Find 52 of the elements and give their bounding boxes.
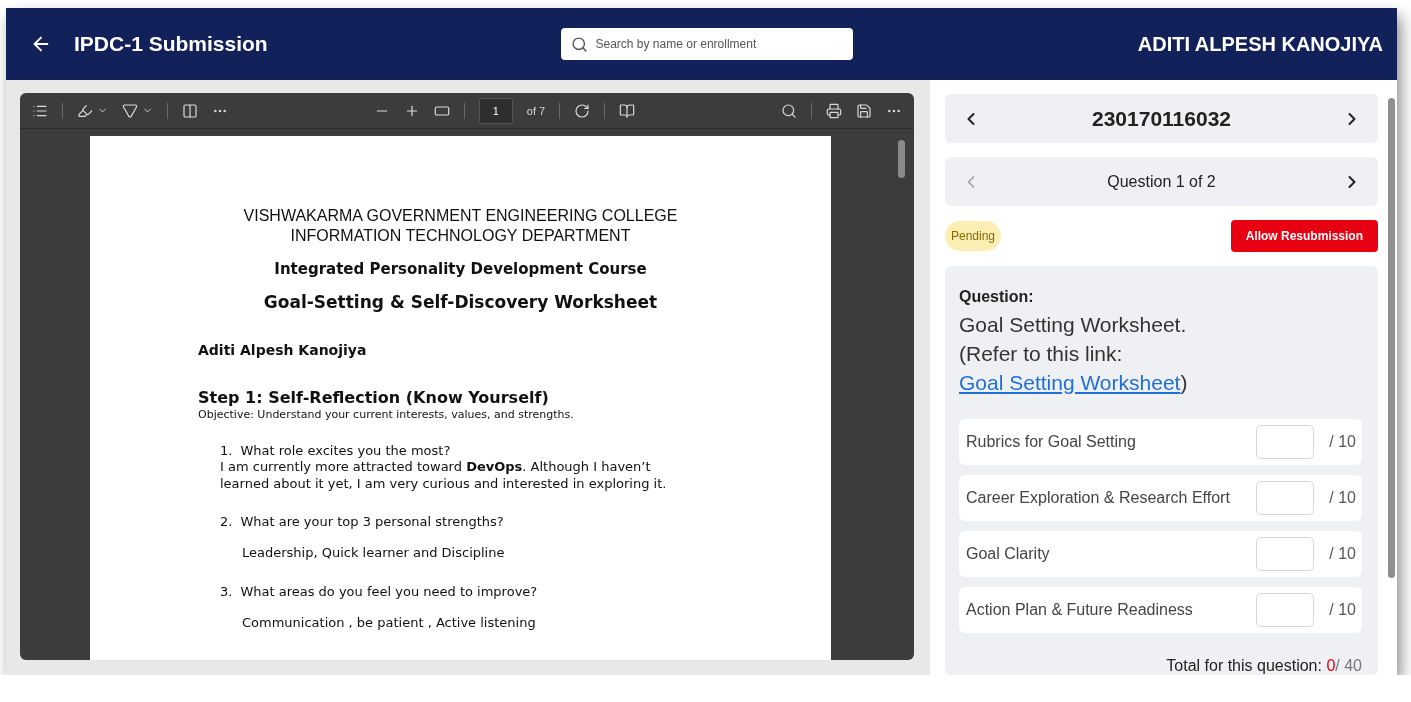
answer-text: Leadership, Quick learner and Discipline [242, 545, 506, 560]
score-input[interactable] [1256, 425, 1314, 459]
question-text: What role excites you the most? [240, 443, 451, 458]
student-name: Aditi Alpesh Kanojiya [198, 342, 368, 358]
rubric-name: Career Exploration & Research Effort [966, 489, 1231, 507]
scrollbar[interactable] [898, 140, 905, 178]
page-count: of 7 [526, 104, 546, 117]
highlighter-icon[interactable] [77, 102, 93, 119]
rubric-name: Rubrics for Goal Setting [966, 433, 1137, 451]
search-icon[interactable] [781, 102, 797, 119]
user-name: ADITI ALPESH KANOJIYA [1137, 32, 1383, 56]
objective-text: Objective: Understand your current interests, values, and strengths. [198, 408, 575, 421]
rubric-max: / 10 [1328, 545, 1356, 563]
search-field[interactable]: Search by name or enrollment [560, 28, 853, 60]
rotate-icon[interactable] [574, 102, 591, 119]
question-number: 1. [220, 443, 233, 458]
book-icon[interactable] [619, 102, 636, 119]
question-counter: Question 1 of 2 [1107, 172, 1216, 191]
triangle-icon[interactable] [122, 102, 138, 119]
answer-text: Communication , be patient , Active listening [242, 615, 537, 630]
question-reference: (Refer to this link: Goal Setting Worksheet) [959, 341, 1189, 396]
question-text: What are your top 3 personal strengths? [240, 514, 504, 529]
section-heading: Step 1: Self-Reflection (Know Yourself) [198, 388, 550, 407]
answer-text: I am currently more attracted toward DevOps. Although I haven’t learned about it yet, I am very curious and interested in exploring it. [220, 458, 668, 492]
allow-resubmission-button[interactable]: Allow Resubmission [1230, 220, 1378, 252]
document-heading: VISHWAKARMA GOVERNMENT ENGINEERING COLLEGE [242, 206, 679, 226]
document-heading: INFORMATION TECHNOLOGY DEPARTMENT [289, 226, 632, 246]
status-badge: Pending [945, 221, 1002, 251]
save-icon[interactable] [856, 102, 872, 119]
score-input[interactable] [1256, 481, 1314, 515]
rubric-name: Goal Clarity [966, 545, 1051, 563]
question-text: What areas do you feel you need to improve? [240, 584, 538, 599]
score-input[interactable] [1256, 593, 1314, 627]
rubric-name: Action Plan & Future Readiness [966, 601, 1194, 619]
course-title: Integrated Personality Development Course [273, 260, 648, 278]
question-text: Goal Setting Worksheet. [959, 312, 1188, 338]
score-input[interactable] [1256, 537, 1314, 571]
question-label: Question: [959, 288, 1035, 306]
scrollbar[interactable] [1388, 98, 1395, 578]
question-number: 3. [220, 584, 233, 599]
rubric-max: / 10 [1328, 433, 1356, 451]
page-number-input[interactable]: 1 [478, 97, 513, 124]
search-icon [570, 35, 588, 53]
question-number: 2. [220, 514, 233, 529]
rubric-max: / 10 [1328, 601, 1356, 619]
rubric-max: / 10 [1328, 489, 1356, 507]
page-title: IPDC-1 Submission [74, 32, 268, 56]
print-icon[interactable] [826, 102, 842, 119]
document-title: Goal-Setting & Self-Discovery Worksheet [262, 292, 659, 312]
enrollment-number: 230170116032 [1092, 106, 1231, 131]
question-total: Total for this question: 0/ 40 [1166, 657, 1362, 675]
columns-icon[interactable] [182, 102, 198, 119]
